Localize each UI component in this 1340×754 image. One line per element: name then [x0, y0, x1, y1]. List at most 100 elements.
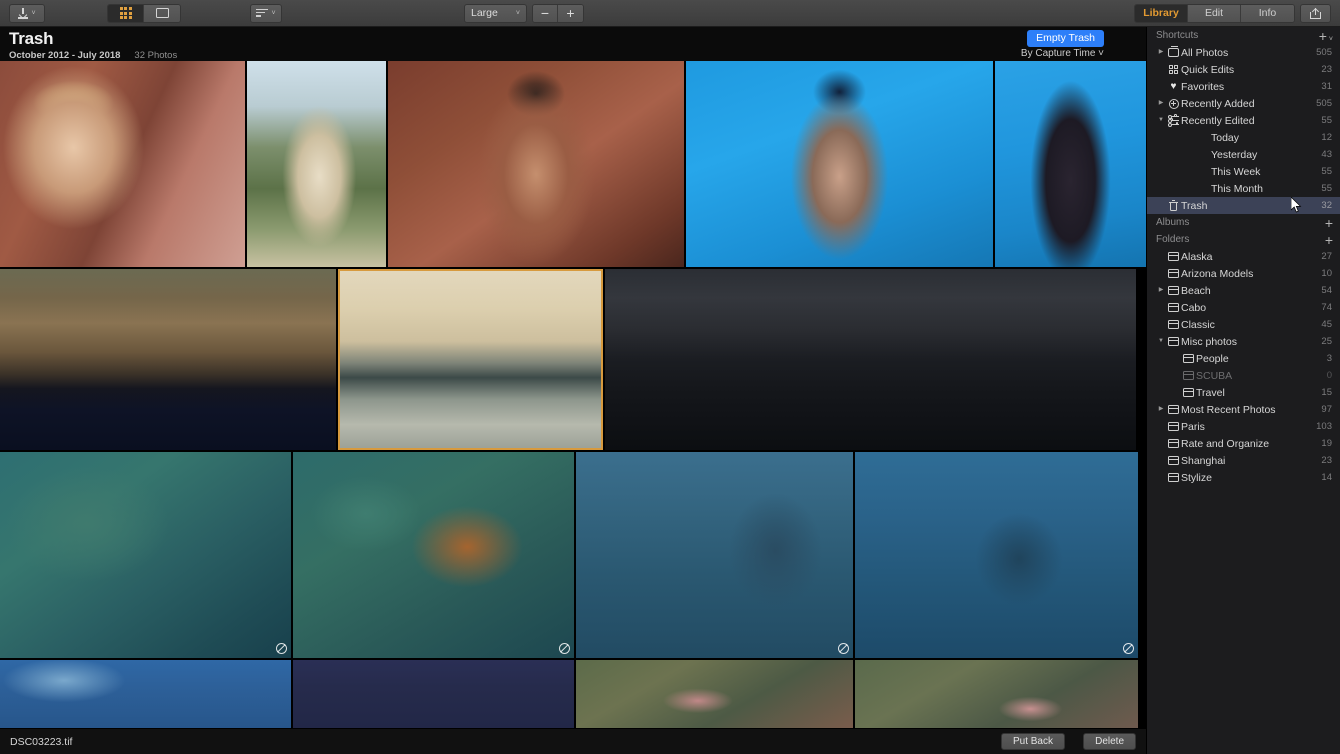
photo-thumbnail[interactable] [855, 660, 1138, 728]
sidebar-item-stylize[interactable]: Stylize 14 [1147, 469, 1340, 486]
grid-view-button[interactable] [108, 4, 144, 22]
tab-info[interactable]: Info [1241, 4, 1294, 22]
folder-icon [1182, 354, 1194, 363]
date-range-label: October 2012 - July 2018 [9, 50, 121, 61]
sidebar-item-label: Yesterday [1211, 148, 1258, 161]
folder-icon [1167, 337, 1179, 346]
sidebar-item-label: Trash [1181, 199, 1208, 212]
photo-thumbnail[interactable] [605, 269, 1136, 450]
sidebar-item-rate-and-organize[interactable]: Rate and Organize 19 [1147, 435, 1340, 452]
photo-thumbnail[interactable] [0, 660, 291, 728]
thumbnail-size-value: Large [471, 7, 498, 19]
sidebar-item-yesterday[interactable]: Yesterday 43 [1147, 146, 1340, 163]
zoom-stepper[interactable]: − + [532, 3, 584, 23]
add-folders-button[interactable]: + [1325, 233, 1333, 247]
sidebar-item-this-week[interactable]: This Week 55 [1147, 163, 1340, 180]
photo-thumbnail[interactable] [686, 61, 993, 267]
sidebar-item-recently-added[interactable]: ▶ Recently Added 505 [1147, 95, 1340, 112]
single-view-button[interactable] [144, 4, 180, 22]
folder-icon [1182, 371, 1194, 380]
sidebar-item-cabo[interactable]: Cabo 74 [1147, 299, 1340, 316]
chevron-down-icon[interactable]: ▼ [1156, 333, 1166, 350]
sidebar-item-recently-edited[interactable]: ▼ Recently Edited 55 [1147, 112, 1340, 129]
folder-icon [1167, 405, 1179, 414]
chevron-right-icon[interactable]: ▶ [1156, 401, 1166, 418]
photo-thumbnail[interactable] [293, 452, 574, 658]
add-albums-button[interactable]: + [1325, 216, 1333, 230]
put-back-button[interactable]: Put Back [1000, 733, 1065, 750]
thumbnail-size-select[interactable]: Large ˅ [464, 3, 527, 23]
status-bar: DSC03223.tif Put Back Delete [0, 728, 1146, 754]
sidebar-item-label: Recently Added [1181, 97, 1255, 110]
sidebar-item-trash[interactable]: Trash 32 [1147, 197, 1340, 214]
sidebar-section-albums: Albums + [1147, 214, 1340, 231]
folder-icon [1167, 473, 1179, 482]
photo-thumbnail[interactable] [576, 660, 853, 728]
sidebar-item-label: Today [1211, 131, 1240, 144]
photo-thumbnail[interactable] [855, 452, 1138, 658]
photo-thumbnail[interactable] [0, 269, 336, 450]
sidebar-item-label: Cabo [1181, 301, 1207, 314]
sidebar-item-count: 45 [1321, 319, 1332, 330]
photo-grid[interactable] [0, 61, 1146, 728]
filter-sort-button[interactable]: ˅ [250, 3, 282, 23]
share-button[interactable] [1300, 3, 1331, 23]
photo-thumbnail[interactable] [293, 660, 574, 728]
sidebar-item-paris[interactable]: Paris 103 [1147, 418, 1340, 435]
chevron-right-icon[interactable]: ▶ [1156, 282, 1166, 299]
sidebar-item-arizona-models[interactable]: Arizona Models 10 [1147, 265, 1340, 282]
sidebar-item-label: Paris [1181, 420, 1205, 433]
photo-thumbnail[interactable] [338, 269, 603, 450]
sidebar-item-favorites[interactable]: ♥ Favorites 31 [1147, 78, 1340, 95]
photo-thumbnail[interactable] [0, 452, 291, 658]
sort-order-dropdown[interactable]: By Capture Time ˅ [1021, 48, 1104, 59]
sidebar-item-count: 55 [1321, 183, 1332, 194]
add-shortcuts-button[interactable]: + ˅ [1319, 29, 1333, 43]
sidebar-item-people[interactable]: People 3 [1147, 350, 1340, 367]
sidebar-item-count: 97 [1321, 404, 1332, 415]
delete-button[interactable]: Delete [1083, 733, 1136, 750]
photo-thumbnail[interactable] [576, 452, 853, 658]
chevron-right-icon[interactable]: ▶ [1156, 44, 1166, 61]
zoom-in-button[interactable]: + [558, 4, 583, 22]
sidebar-item-alaska[interactable]: Alaska 27 [1147, 248, 1340, 265]
chevron-down-icon[interactable]: ▼ [1156, 112, 1166, 129]
sidebar-item-this-month[interactable]: This Month 55 [1147, 180, 1340, 197]
tab-edit[interactable]: Edit [1188, 4, 1241, 22]
sidebar-item-shanghai[interactable]: Shanghai 23 [1147, 452, 1340, 469]
sidebar-item-most-recent-photos[interactable]: ▶ Most Recent Photos 97 [1147, 401, 1340, 418]
collection-header: Trash October 2012 - July 2018 32 Photos… [0, 27, 1146, 61]
sidebar-item-quick-edits[interactable]: Quick Edits 23 [1147, 61, 1340, 78]
rejected-badge-icon [276, 643, 287, 654]
photo-thumbnail[interactable] [388, 61, 684, 267]
sidebar[interactable]: Shortcuts + ˅ ▶ All Photos 505 Quick Edits 23 ♥ F… [1146, 27, 1340, 754]
sidebar-item-beach[interactable]: ▶ Beach 54 [1147, 282, 1340, 299]
sidebar-item-label: Beach [1181, 284, 1211, 297]
folder-icon [1167, 269, 1179, 278]
sidebar-item-today[interactable]: Today 12 [1147, 129, 1340, 146]
zoom-out-button[interactable]: − [533, 4, 558, 22]
recently-added-icon [1168, 98, 1179, 109]
photo-thumbnail[interactable] [995, 61, 1146, 267]
sidebar-section-label: Folders [1156, 234, 1190, 245]
chevron-right-icon[interactable]: ▶ [1156, 95, 1166, 112]
chevron-down-icon: ˅ [515, 9, 520, 17]
import-button[interactable]: ˅ [9, 3, 45, 23]
empty-trash-button[interactable]: Empty Trash [1027, 30, 1104, 47]
sidebar-item-all-photos[interactable]: ▶ All Photos 505 [1147, 44, 1340, 61]
sidebar-item-travel[interactable]: Travel 15 [1147, 384, 1340, 401]
mode-tabs[interactable]: Library Edit Info [1134, 3, 1295, 23]
tab-library[interactable]: Library [1135, 4, 1188, 22]
photo-thumbnail[interactable] [0, 61, 245, 267]
sidebar-item-misc-photos[interactable]: ▼ Misc photos 25 [1147, 333, 1340, 350]
sidebar-item-label: Most Recent Photos [1181, 403, 1276, 416]
toolbar: ˅ ˅ Large ˅ − + Library Edit Info [0, 0, 1340, 27]
photo-thumbnail[interactable] [247, 61, 386, 267]
sidebar-item-label: Misc photos [1181, 335, 1238, 348]
sidebar-item-classic[interactable]: Classic 45 [1147, 316, 1340, 333]
chevron-down-icon: ˅ [31, 9, 36, 17]
view-mode-toggle[interactable] [107, 3, 181, 23]
sidebar-item-scuba[interactable]: SCUBA 0 [1147, 367, 1340, 384]
sidebar-section-shortcuts: Shortcuts + ˅ [1147, 27, 1340, 44]
sidebar-item-label: Rate and Organize [1181, 437, 1270, 450]
